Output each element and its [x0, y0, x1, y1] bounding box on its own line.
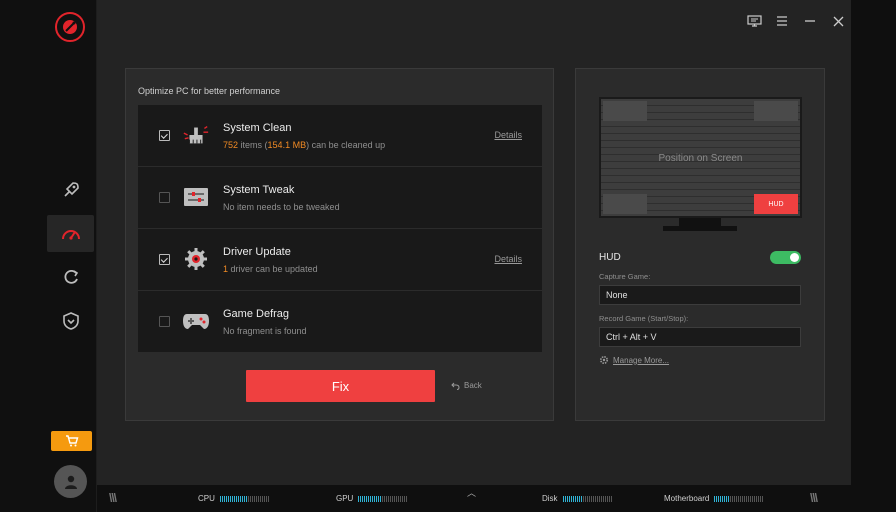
system-clean-checkbox[interactable]: [159, 130, 170, 141]
hud-panel: HUD Position on Screen HUD Capture Game:…: [575, 68, 825, 421]
monitor-settings-icon[interactable]: [740, 11, 768, 31]
back-arrow-icon: [451, 382, 460, 390]
item-title: System Clean: [223, 122, 292, 134]
item-title: Game Defrag: [223, 308, 290, 320]
app-logo-icon: [55, 12, 85, 42]
nav-shield-icon[interactable]: [47, 302, 94, 339]
back-link[interactable]: Back: [451, 381, 482, 390]
list-item-system-clean: System Clean 752 items (154.1 MB) can be…: [138, 105, 542, 166]
item-subtitle: No fragment is found: [223, 326, 307, 336]
minimize-icon[interactable]: [796, 11, 824, 31]
position-bottom-right[interactable]: HUD: [754, 194, 798, 214]
cpu-meter: CPU: [198, 494, 270, 503]
monitor-stand: [679, 218, 721, 226]
nav-speedometer-icon[interactable]: [47, 215, 94, 252]
manage-more-label: Manage More...: [613, 355, 670, 365]
gear-icon: [599, 355, 609, 365]
list-item-system-tweak: System Tweak No item needs to be tweaked: [138, 167, 542, 228]
capture-label: Capture Game:: [599, 272, 651, 281]
item-title: Driver Update: [223, 246, 291, 258]
hud-toggle[interactable]: [770, 251, 801, 264]
position-top-right[interactable]: [754, 101, 798, 121]
gamepad-icon: [182, 308, 210, 334]
monitor-base: [663, 226, 737, 231]
monitor-caption: Position on Screen: [658, 153, 743, 164]
driver-update-details-link[interactable]: Details: [494, 254, 522, 264]
nav-boost-rocket-icon[interactable]: [47, 171, 94, 208]
capture-game-field[interactable]: None: [599, 285, 801, 305]
game-defrag-checkbox[interactable]: [159, 316, 170, 327]
tweak-sliders-icon: [182, 184, 210, 210]
disk-meter: Disk: [542, 494, 613, 503]
close-icon[interactable]: [824, 11, 852, 31]
right-edge: [851, 0, 896, 512]
system-tweak-checkbox[interactable]: [159, 192, 170, 203]
item-subtitle: 752 items (154.1 MB) can be cleaned up: [223, 140, 386, 150]
driver-update-checkbox[interactable]: [159, 254, 170, 265]
menu-icon[interactable]: [768, 11, 796, 31]
optimize-list: System Clean 752 items (154.1 MB) can be…: [138, 105, 542, 353]
item-subtitle: 1 driver can be updated: [223, 264, 318, 274]
window-controls: [740, 11, 852, 31]
right-decoration: \\\: [810, 491, 818, 505]
list-item-driver-update: Driver Update 1 driver can be updated De…: [138, 229, 542, 290]
panel-title: Optimize PC for better performance: [138, 86, 281, 96]
motherboard-label: Motherboard: [664, 494, 710, 503]
item-subtitle: No item needs to be tweaked: [223, 202, 340, 212]
record-hotkey-field[interactable]: Ctrl + Alt + V: [599, 327, 801, 347]
status-bar: \\\ CPU GPU ︿ Disk Motherboard \\\: [97, 485, 851, 512]
system-clean-details-link[interactable]: Details: [494, 130, 522, 140]
sidebar: [0, 0, 97, 512]
manage-more-link[interactable]: Manage More...: [599, 355, 669, 365]
cart-icon: [65, 435, 78, 447]
screen-position-picker: HUD Position on Screen: [599, 97, 802, 218]
back-label: Back: [464, 381, 482, 390]
expand-caret-icon[interactable]: ︿: [467, 486, 476, 499]
position-top-left[interactable]: [603, 101, 647, 121]
shop-cart-button[interactable]: [51, 431, 92, 451]
position-bottom-left[interactable]: [603, 194, 647, 214]
user-avatar[interactable]: [54, 465, 87, 498]
motherboard-meter: Motherboard: [664, 494, 765, 503]
gear-icon: [182, 246, 210, 272]
optimize-panel: Optimize PC for better performance Syste…: [125, 68, 554, 421]
disk-label: Disk: [542, 494, 558, 503]
user-icon: [64, 475, 77, 489]
cpu-label: CPU: [198, 494, 215, 503]
broom-clean-icon: [182, 122, 210, 148]
record-label: Record Game (Start/Stop):: [599, 314, 689, 323]
item-title: System Tweak: [223, 184, 295, 196]
fix-button[interactable]: Fix: [246, 370, 435, 402]
nav-update-refresh-icon[interactable]: [47, 258, 94, 295]
left-decoration: \\\: [109, 491, 117, 505]
gpu-meter: GPU: [336, 494, 409, 503]
gpu-label: GPU: [336, 494, 354, 503]
list-item-game-defrag: Game Defrag No fragment is found: [138, 291, 542, 352]
hud-label: HUD: [599, 252, 621, 263]
